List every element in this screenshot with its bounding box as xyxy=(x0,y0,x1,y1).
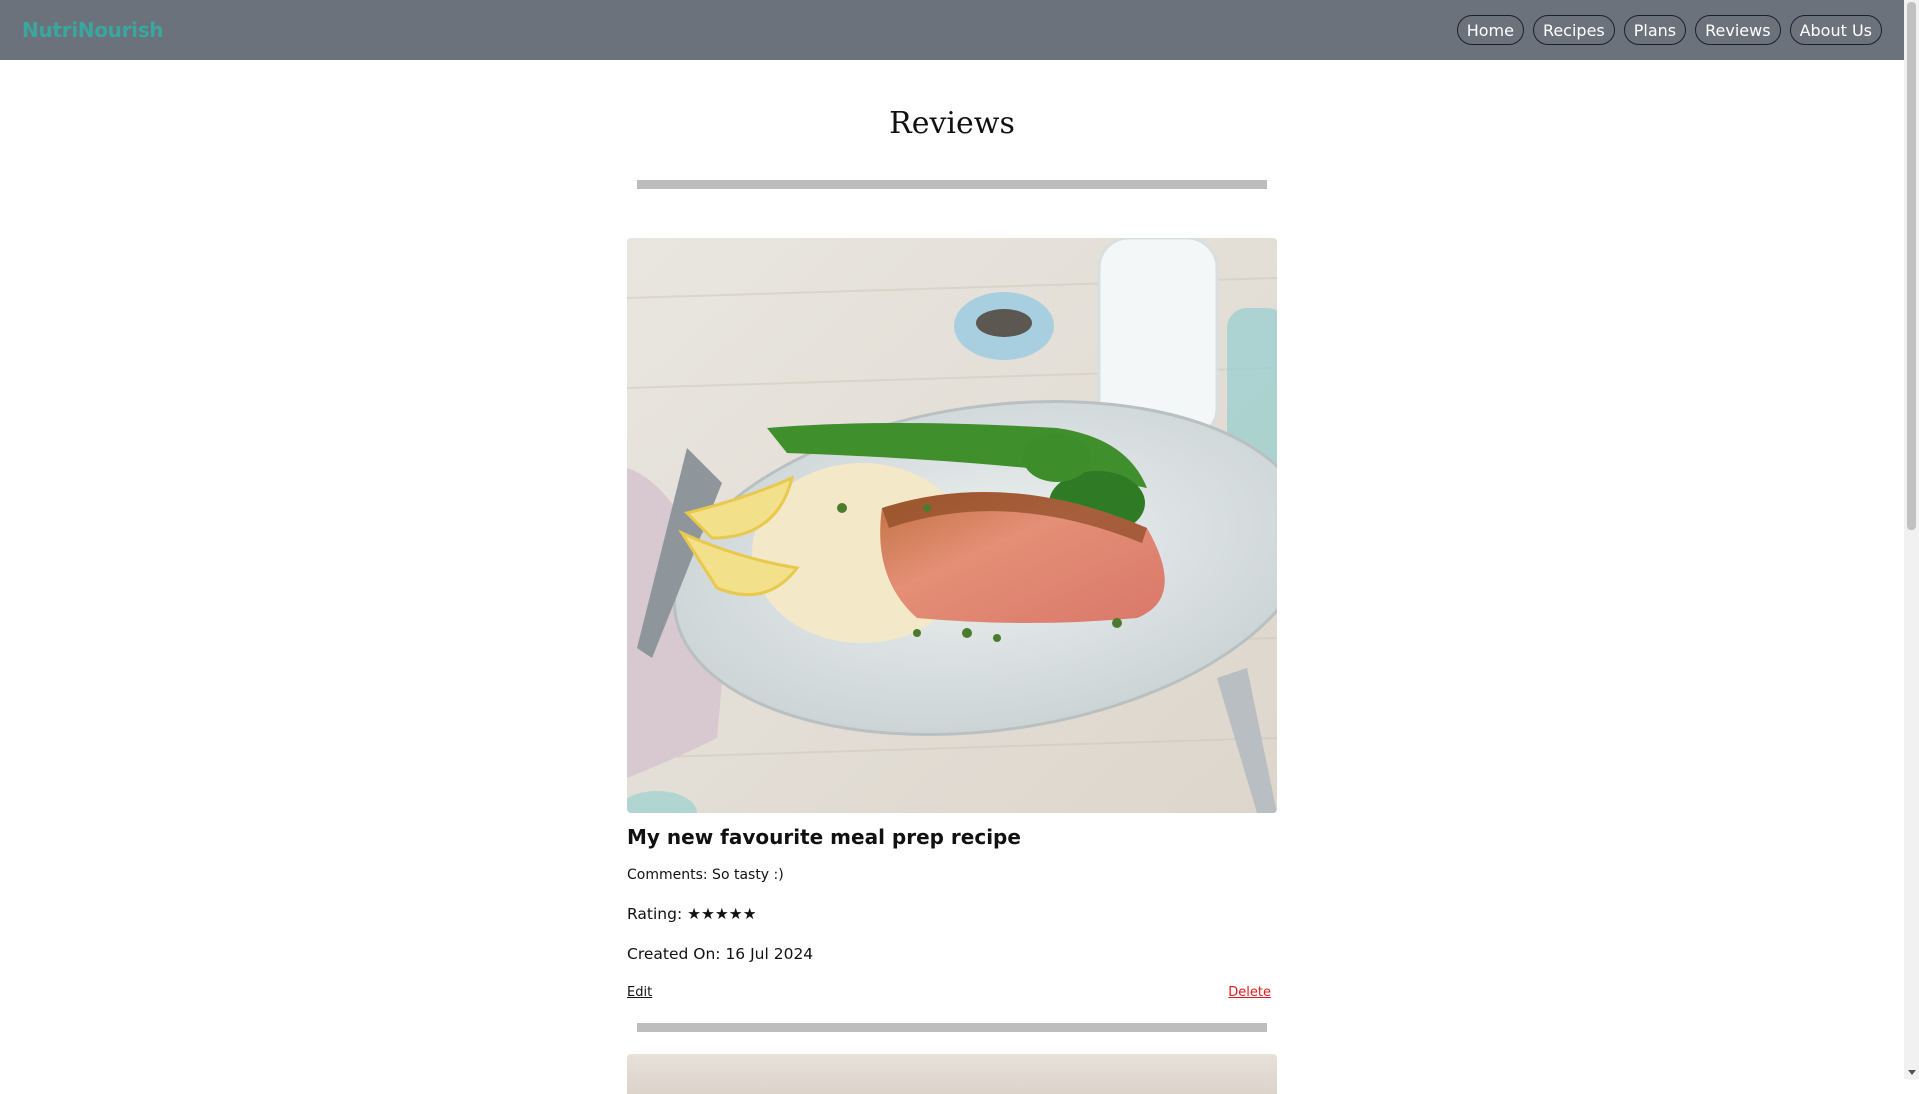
scrollbar-thumb[interactable] xyxy=(1907,2,1916,530)
scroll-down-icon[interactable] xyxy=(1908,1070,1916,1075)
page-title: Reviews xyxy=(889,106,1015,141)
nav-links: Home Recipes Plans Reviews About Us xyxy=(1456,15,1882,45)
review-actions: Edit Delete xyxy=(627,985,1277,1000)
delete-link[interactable]: Delete xyxy=(1228,985,1271,1000)
navbar: NutriNourish Home Recipes Plans Reviews … xyxy=(0,0,1904,60)
review-created-date: Created On: 16 Jul 2024 xyxy=(627,945,814,963)
brand-logo[interactable]: NutriNourish xyxy=(22,18,164,42)
next-review-photo xyxy=(627,1054,1277,1094)
nav-home[interactable]: Home xyxy=(1456,15,1524,45)
scrollbar[interactable] xyxy=(1904,0,1919,1079)
nav-about-us[interactable]: About Us xyxy=(1789,15,1882,45)
divider xyxy=(637,1023,1267,1032)
nav-recipes[interactable]: Recipes xyxy=(1532,15,1615,45)
edit-link[interactable]: Edit xyxy=(627,985,652,1000)
review-title: My new favourite meal prep recipe xyxy=(627,825,1021,849)
review-card: My new favourite meal prep recipe Commen… xyxy=(627,238,1277,1000)
nav-plans[interactable]: Plans xyxy=(1623,15,1687,45)
review-rating: Rating: ★★★★★ xyxy=(627,905,757,923)
review-photo xyxy=(627,238,1277,813)
review-comments: Comments: So tasty :) xyxy=(627,867,784,883)
nav-reviews[interactable]: Reviews xyxy=(1695,15,1781,45)
divider xyxy=(637,180,1267,189)
